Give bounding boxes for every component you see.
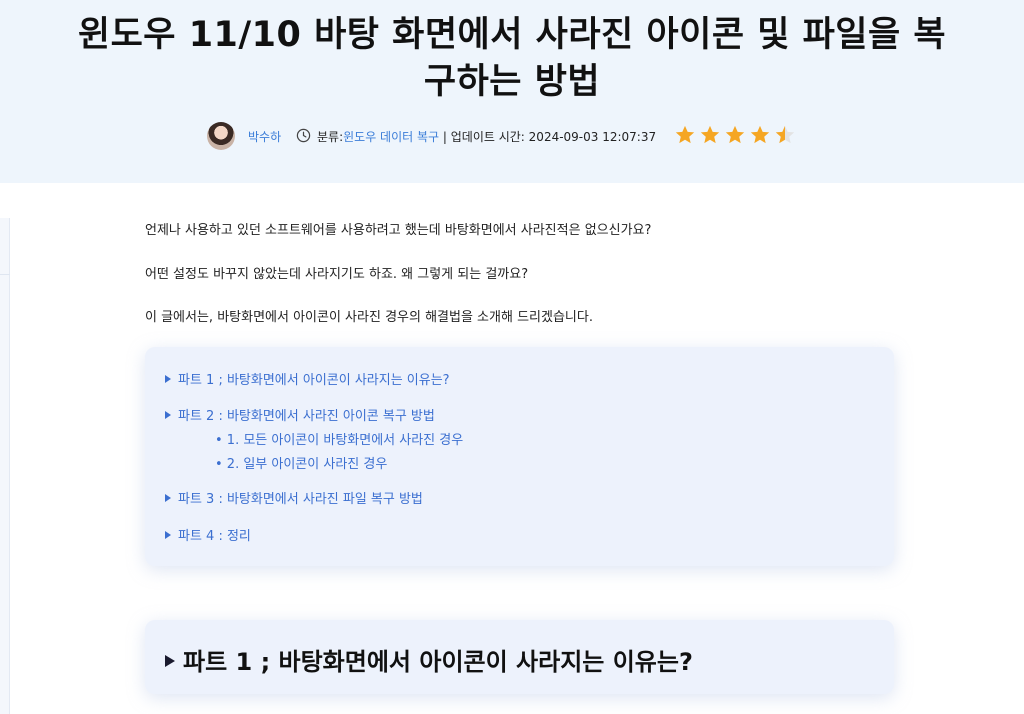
- author-avatar[interactable]: [207, 122, 235, 150]
- triangle-right-icon: [165, 655, 175, 667]
- section-heading: 파트 1 ; 바탕화면에서 아이콘이 사라지는 이유는?: [165, 642, 693, 677]
- update-time: 2024-09-03 12:07:37: [528, 130, 657, 144]
- table-of-contents: 파트 1 ; 바탕화면에서 아이콘이 사라지는 이유는? 파트 2 : 바탕화면…: [145, 347, 894, 566]
- star-icon: [675, 125, 695, 144]
- category-link[interactable]: 윈도우 데이터 복구: [343, 130, 439, 144]
- toc-item-part1[interactable]: 파트 1 ; 바탕화면에서 아이콘이 사라지는 이유는?: [165, 369, 450, 388]
- section-heading-text: 파트 1 ; 바탕화면에서 아이콘이 사라지는 이유는?: [183, 648, 693, 676]
- intro-paragraph-3: 이 글에서는, 바탕화면에서 아이콘이 사라진 경우의 해결법을 소개해 드리겠…: [145, 310, 593, 325]
- toc-item-label: 파트 1 ; 바탕화면에서 아이콘이 사라지는 이유는?: [178, 373, 450, 388]
- triangle-right-icon: [165, 375, 171, 383]
- star-icon: [700, 125, 720, 144]
- category-label: 분류:: [317, 130, 344, 144]
- star-icon: [750, 125, 770, 144]
- side-panel: [0, 218, 10, 714]
- article-title: 윈도우 11/10 바탕 화면에서 사라진 아이콘 및 파일을 복 구하는 방법: [0, 12, 1024, 106]
- toc-item-part4[interactable]: 파트 4 : 정리: [165, 525, 251, 544]
- toc-item-part2[interactable]: 파트 2 : 바탕화면에서 사라진 아이콘 복구 방법: [165, 405, 435, 424]
- rating-stars[interactable]: [674, 124, 796, 148]
- toc-item-label: 파트 4 : 정리: [178, 529, 251, 544]
- star-half-icon: [775, 125, 795, 144]
- side-panel-divider: [0, 274, 10, 275]
- toc-item-part3[interactable]: 파트 3 : 바탕화면에서 사라진 파일 복구 방법: [165, 488, 423, 507]
- article-meta: 박수하 분류:윈도우 데이터 복구 | 업데이트 시간: 2024-09-03 …: [0, 122, 1024, 150]
- toc-subitem-2[interactable]: • 2. 일부 아이콘이 사라진 경우: [215, 453, 387, 472]
- toc-item-label: 파트 2 : 바탕화면에서 사라진 아이콘 복구 방법: [178, 409, 435, 424]
- triangle-right-icon: [165, 531, 171, 539]
- title-line-2: 구하는 방법: [423, 62, 601, 102]
- update-label: | 업데이트 시간:: [439, 130, 529, 144]
- intro-paragraph-2: 어떤 설정도 바꾸지 않았는데 사라지기도 하죠. 왜 그렇게 되는 걸까요?: [145, 267, 529, 282]
- meta-info: 분류:윈도우 데이터 복구 | 업데이트 시간: 2024-09-03 12:0…: [317, 128, 656, 145]
- toc-subitem-1[interactable]: • 1. 모든 아이콘이 바탕화면에서 사라진 경우: [215, 429, 463, 448]
- triangle-right-icon: [165, 494, 171, 502]
- author-name[interactable]: 박수하: [248, 128, 281, 145]
- clock-icon: [296, 128, 311, 143]
- star-icon: [725, 125, 745, 144]
- title-line-1: 윈도우 11/10 바탕 화면에서 사라진 아이콘 및 파일을 복: [77, 15, 947, 55]
- article-header: 윈도우 11/10 바탕 화면에서 사라진 아이콘 및 파일을 복 구하는 방법…: [0, 0, 1024, 183]
- intro-paragraph-1: 언제나 사용하고 있던 소프트웨어를 사용하려고 했는데 바탕화면에서 사라진적…: [145, 223, 652, 238]
- toc-item-label: 파트 3 : 바탕화면에서 사라진 파일 복구 방법: [178, 492, 423, 507]
- section-heading-box: 파트 1 ; 바탕화면에서 아이콘이 사라지는 이유는?: [145, 620, 894, 694]
- triangle-right-icon: [165, 411, 171, 419]
